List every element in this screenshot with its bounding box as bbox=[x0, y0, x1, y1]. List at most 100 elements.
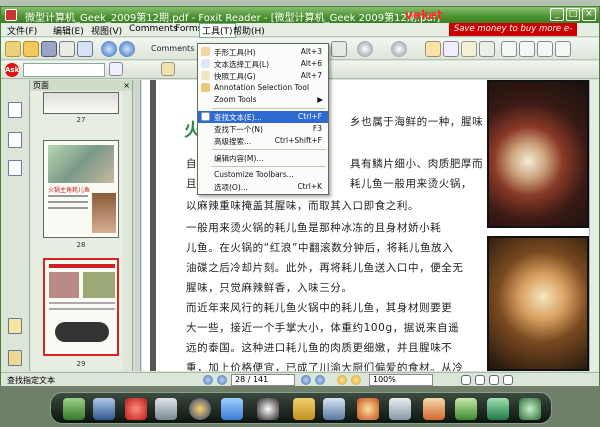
menu-item-options[interactable]: 选项(O)... Ctrl+K bbox=[198, 181, 328, 193]
bookmarks-tab-icon[interactable] bbox=[8, 132, 22, 148]
document-line: 重，加上价格便宜，已成了川渝大厨们偏爱的食材。从冷 bbox=[186, 362, 464, 371]
dock-monitor-icon[interactable] bbox=[93, 398, 115, 420]
ask-search-icon[interactable] bbox=[109, 62, 123, 76]
close-button[interactable]: × bbox=[582, 8, 596, 21]
snapshot-icon[interactable] bbox=[461, 41, 477, 57]
menu-item-zoom-tools[interactable]: Zoom Tools ▶ bbox=[198, 94, 328, 106]
page-number-input[interactable]: 28 / 141 bbox=[231, 374, 295, 386]
go-forward-icon[interactable] bbox=[351, 375, 361, 385]
ask-search-input[interactable] bbox=[23, 63, 105, 77]
title-bar[interactable]: 微型计算机_Geek_2009第12期.pdf - Foxit Reader -… bbox=[1, 7, 599, 24]
thumbnail-page-29[interactable] bbox=[43, 258, 119, 356]
text-icon[interactable] bbox=[537, 41, 553, 57]
document-line: 一般用来烫火锅的耗儿鱼是那种冰冻的且身材娇小耗 bbox=[186, 222, 442, 234]
dock-sheet-icon[interactable] bbox=[155, 398, 177, 420]
thumbnail-number: 27 bbox=[76, 116, 86, 124]
menu-comments[interactable]: Comments bbox=[127, 24, 180, 34]
next-page-icon[interactable] bbox=[119, 41, 135, 57]
document-line: 耗儿鱼一般用来烫火锅， bbox=[350, 178, 473, 190]
menu-item-text-select[interactable]: 文本选择工具(L) Alt+6 bbox=[198, 58, 328, 70]
menu-item-advanced-search[interactable]: 高级搜索... Ctrl+Shift+F bbox=[198, 135, 328, 147]
open-icon[interactable] bbox=[5, 41, 21, 57]
dock-penguin-icon[interactable] bbox=[257, 398, 279, 420]
next-page-nav-icon[interactable] bbox=[301, 375, 311, 385]
foxit-reader-window: 微型计算机_Geek_2009第12期.pdf - Foxit Reader -… bbox=[0, 6, 600, 386]
facing-icon[interactable] bbox=[489, 375, 499, 385]
document-line: 腥味，只觉麻辣鲜香，入味三分。 bbox=[186, 282, 353, 294]
menu-file[interactable]: 文件(F) bbox=[5, 24, 39, 37]
hand-tool-icon[interactable] bbox=[425, 41, 441, 57]
dock-pig-icon[interactable] bbox=[125, 398, 147, 420]
annotation-icon bbox=[201, 83, 210, 92]
thumbnail-page-28[interactable]: 火锅主角耗儿鱼 bbox=[43, 140, 119, 238]
dock-settings-icon[interactable] bbox=[519, 398, 541, 420]
go-back-icon[interactable] bbox=[337, 375, 347, 385]
fit-width-icon[interactable] bbox=[519, 41, 535, 57]
save-icon[interactable] bbox=[41, 41, 57, 57]
dock-calculator-icon[interactable] bbox=[323, 398, 345, 420]
menu-item-find-next[interactable]: 查找下一个(N) F3 bbox=[198, 123, 328, 135]
fit-page-icon[interactable] bbox=[501, 41, 517, 57]
menu-view[interactable]: 视图(V) bbox=[89, 24, 124, 37]
layers-tab-icon[interactable] bbox=[8, 160, 22, 176]
panel-splitter[interactable] bbox=[133, 80, 141, 371]
first-page-icon[interactable] bbox=[203, 375, 213, 385]
dock-game-icon[interactable] bbox=[423, 398, 445, 420]
single-page-icon[interactable] bbox=[461, 375, 471, 385]
fish-photo-bottom bbox=[487, 236, 589, 371]
maximize-button[interactable]: □ bbox=[566, 8, 580, 21]
panel-scrollbar[interactable] bbox=[123, 91, 132, 371]
dock-paint-icon[interactable] bbox=[357, 398, 379, 420]
continuous-facing-icon[interactable] bbox=[503, 375, 513, 385]
status-bar: 查找指定文本 28 / 141 100% bbox=[1, 372, 599, 386]
dock-tree-icon[interactable] bbox=[455, 398, 477, 420]
bookmark-icon[interactable] bbox=[161, 62, 175, 76]
foxit-app-icon[interactable] bbox=[5, 9, 17, 21]
select-text-icon[interactable] bbox=[443, 41, 459, 57]
thumbnail-page-27[interactable] bbox=[43, 92, 119, 114]
document-scrollbar[interactable] bbox=[589, 80, 599, 371]
menu-item-annotation-selection[interactable]: Annotation Selection Tool bbox=[198, 82, 328, 94]
zoom-select[interactable]: 100% bbox=[369, 374, 433, 386]
menu-edit[interactable]: 编辑(E) bbox=[51, 24, 86, 37]
zoom-in-icon[interactable] bbox=[391, 41, 407, 57]
folder-icon[interactable] bbox=[23, 41, 39, 57]
menu-item-customize-toolbars[interactable]: Customize Toolbars... bbox=[198, 169, 328, 181]
dock-browser-icon[interactable] bbox=[189, 398, 211, 420]
panel-close-icon[interactable]: × bbox=[123, 80, 130, 91]
zoom-out-icon[interactable] bbox=[357, 41, 373, 57]
dock-app-icon[interactable] bbox=[63, 398, 85, 420]
print-icon[interactable] bbox=[59, 41, 75, 57]
last-page-icon[interactable] bbox=[315, 375, 325, 385]
typewriter-icon[interactable] bbox=[555, 41, 571, 57]
dock-green-icon[interactable] bbox=[487, 398, 509, 420]
menu-item-find-text[interactable]: 查找文本(E)... Ctrl+F bbox=[198, 111, 328, 123]
ad-banner[interactable]: Save money to buy more e-books bbox=[449, 23, 577, 47]
comments-toolbar-label[interactable]: Comments bbox=[151, 44, 194, 53]
continuous-icon[interactable] bbox=[475, 375, 485, 385]
text-select-icon bbox=[201, 59, 210, 68]
minimize-button[interactable]: _ bbox=[550, 8, 564, 21]
menu-item-hand-tool[interactable]: 手形工具(H) Alt+3 bbox=[198, 46, 328, 58]
menu-item-edit-content[interactable]: 编辑内容(M)... bbox=[198, 152, 328, 164]
menu-bar: 文件(F) 编辑(E) 视图(V) Comments Forms 工具(T) 帮… bbox=[1, 23, 599, 47]
submenu-arrow-icon: ▶ bbox=[317, 95, 323, 104]
dock bbox=[50, 392, 552, 424]
annotation-tool-icon[interactable] bbox=[479, 41, 495, 57]
menu-item-snapshot[interactable]: 快照工具(G) Alt+7 bbox=[198, 70, 328, 82]
pages-tab-icon[interactable] bbox=[8, 102, 22, 118]
dock-folder-icon[interactable] bbox=[293, 398, 315, 420]
attachments-tab-icon[interactable] bbox=[8, 350, 22, 366]
menu-help[interactable]: 帮助(H) bbox=[231, 24, 267, 37]
email-icon[interactable] bbox=[77, 41, 93, 57]
previous-page-icon[interactable] bbox=[101, 41, 117, 57]
comments-tab-icon[interactable] bbox=[8, 318, 22, 334]
pages-panel: 页面 × 27 火锅主角耗儿鱼 28 29 bbox=[31, 80, 133, 371]
dock-edit-icon[interactable] bbox=[389, 398, 411, 420]
find-icon bbox=[201, 112, 210, 121]
dock-network-icon[interactable] bbox=[221, 398, 243, 420]
tools-menu: 手形工具(H) Alt+3 文本选择工具(L) Alt+6 快照工具(G) Alt+7… bbox=[197, 43, 329, 195]
zoom-box-icon[interactable] bbox=[331, 41, 347, 57]
pages-panel-header: 页面 × bbox=[31, 80, 132, 91]
prev-page-icon[interactable] bbox=[217, 375, 227, 385]
